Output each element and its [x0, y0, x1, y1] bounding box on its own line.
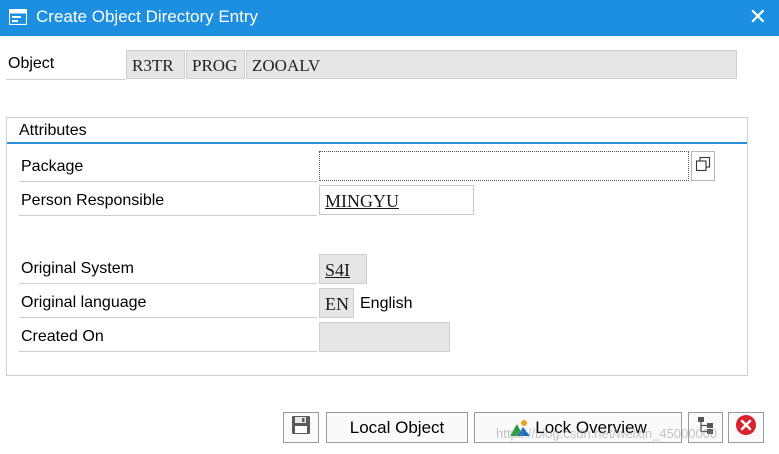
object-type-field: PROG	[186, 50, 245, 79]
object-name-field: ZOOALV	[246, 50, 737, 79]
dialog-window-icon	[8, 8, 28, 26]
attributes-divider	[7, 142, 747, 144]
lock-overview-label: Lock Overview	[535, 417, 647, 437]
package-label-underline	[19, 181, 317, 182]
lock-overview-button[interactable]: Lock Overview	[474, 412, 682, 443]
title-bar: Create Object Directory Entry ✕	[0, 0, 779, 36]
language-label-underline	[19, 317, 317, 318]
lock-overview-icon	[509, 419, 531, 437]
object-label-underline	[6, 79, 126, 80]
original-language-field: EN	[319, 288, 354, 318]
cancel-button[interactable]	[728, 412, 764, 443]
person-responsible-label: Person Responsible	[21, 192, 165, 209]
close-icon[interactable]: ✕	[749, 6, 767, 30]
cancel-icon	[735, 414, 757, 441]
created-on-field	[319, 322, 450, 352]
hierarchy-button[interactable]	[688, 412, 723, 443]
original-system-field[interactable]: S4I	[319, 254, 367, 284]
attributes-group: Attributes Package Person Responsible MI…	[6, 117, 748, 376]
package-label: Package	[21, 158, 84, 175]
person-responsible-field[interactable]: MINGYU	[319, 185, 474, 215]
created-on-label: Created On	[21, 328, 104, 345]
person-label-underline	[19, 215, 317, 216]
local-object-label: Local Object	[349, 417, 445, 437]
attributes-title: Attributes	[19, 122, 87, 139]
local-object-button[interactable]: Local Object	[326, 412, 468, 443]
original-language-text: English	[360, 295, 413, 312]
system-label-underline	[19, 283, 317, 284]
created-label-underline	[19, 351, 317, 352]
value-help-button[interactable]	[691, 151, 715, 181]
object-pgmid-field: R3TR	[126, 50, 185, 79]
window-title: Create Object Directory Entry	[36, 7, 259, 26]
save-button[interactable]	[283, 412, 319, 443]
original-system-label: Original System	[21, 260, 134, 277]
hierarchy-icon	[696, 415, 716, 440]
package-input[interactable]	[319, 151, 689, 181]
save-icon	[291, 415, 311, 440]
value-help-icon	[695, 156, 711, 177]
original-language-label: Original language	[21, 294, 147, 311]
object-label: Object	[8, 55, 55, 72]
